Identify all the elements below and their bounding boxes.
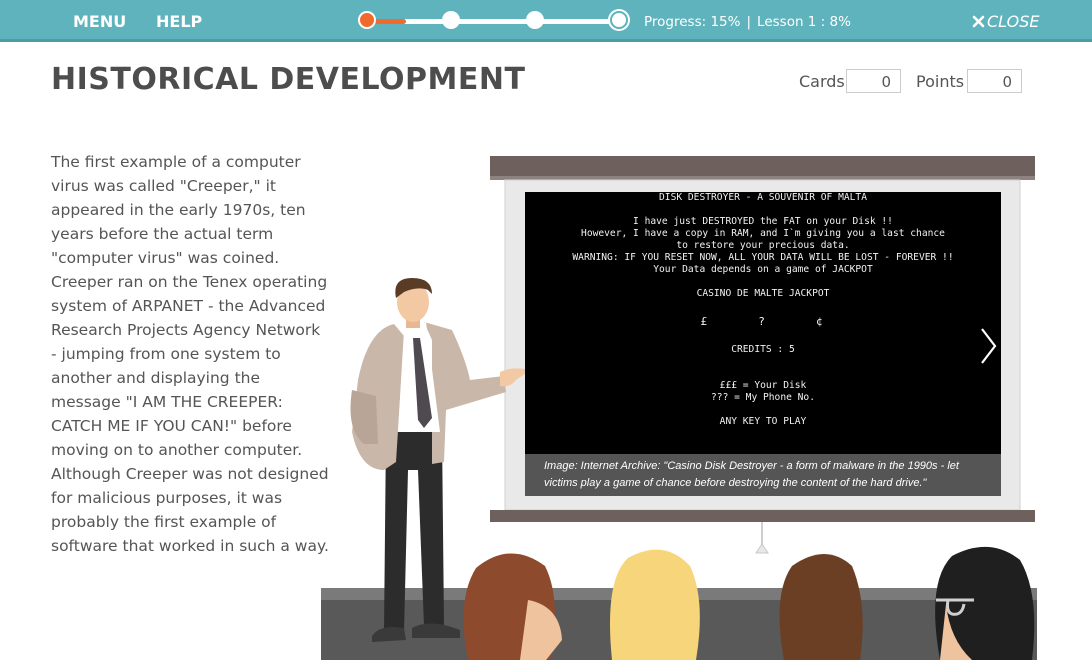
floor xyxy=(321,598,1037,660)
terminal-line: I have just DESTROYED the FAT on your Di… xyxy=(633,216,893,227)
terminal-line: £ ? ¢ xyxy=(700,315,826,328)
progress-stepper xyxy=(356,10,632,34)
terminal-line: CREDITS : 5 xyxy=(731,344,795,355)
step-dot-4[interactable] xyxy=(610,11,628,29)
lesson-body-text: The first example of a computer virus wa… xyxy=(51,153,329,555)
close-x-icon xyxy=(972,15,985,28)
top-bar: MENU HELP Progress: 15% | Lesson 1 : 8% CL… xyxy=(0,0,1092,42)
points-label: Points xyxy=(916,72,965,91)
page-title: HISTORICAL DEVELOPMENT xyxy=(51,62,526,97)
close-button[interactable]: CLOSE xyxy=(972,0,1039,42)
terminal-line: WARNING: IF YOU RESET NOW, ALL YOUR DATA… xyxy=(572,252,954,263)
chevron-right-icon[interactable] xyxy=(979,326,999,366)
terminal-line: ANY KEY TO PLAY xyxy=(719,416,807,427)
terminal-line: DISK DESTROYER - A SOUVENIR OF MALTA xyxy=(659,192,867,203)
progress-separator: | xyxy=(746,14,752,30)
close-label: CLOSE xyxy=(987,12,1040,31)
terminal-line: £££ = Your Disk xyxy=(719,380,807,391)
terminal-line: to restore your precious data. xyxy=(676,240,850,251)
terminal-line: ??? = My Phone No. xyxy=(711,392,815,403)
menu-button[interactable]: MENU xyxy=(73,0,126,42)
audience-heads xyxy=(463,546,1035,660)
presenter-figure xyxy=(350,278,530,642)
help-button[interactable]: HELP xyxy=(156,0,202,42)
points-counter: 0 xyxy=(967,69,1022,93)
cards-label: Cards xyxy=(799,72,845,91)
progress-percent: Progress: 15% xyxy=(644,14,741,30)
cards-counter: 0 xyxy=(846,69,901,93)
step-dot-2[interactable] xyxy=(442,11,460,29)
terminal-line: CASINO DE MALTE JACKPOT xyxy=(696,288,830,299)
step-dot-1[interactable] xyxy=(358,11,376,29)
lesson-percent: Lesson 1 : 8% xyxy=(757,14,851,30)
floor-edge xyxy=(321,588,1037,600)
terminal-line: However, I have a copy in RAM, and I`m g… xyxy=(581,228,945,239)
progress-status: Progress: 15% | Lesson 1 : 8% xyxy=(644,0,851,42)
terminal-line: Your Data depends on a game of JACKPOT xyxy=(653,264,873,275)
malware-screenshot: DISK DESTROYER - A SOUVENIR OF MALTA I h… xyxy=(525,192,1001,454)
step-dot-3[interactable] xyxy=(526,11,544,29)
image-caption: Image: Internet Archive: "Casino Disk De… xyxy=(525,454,1001,496)
